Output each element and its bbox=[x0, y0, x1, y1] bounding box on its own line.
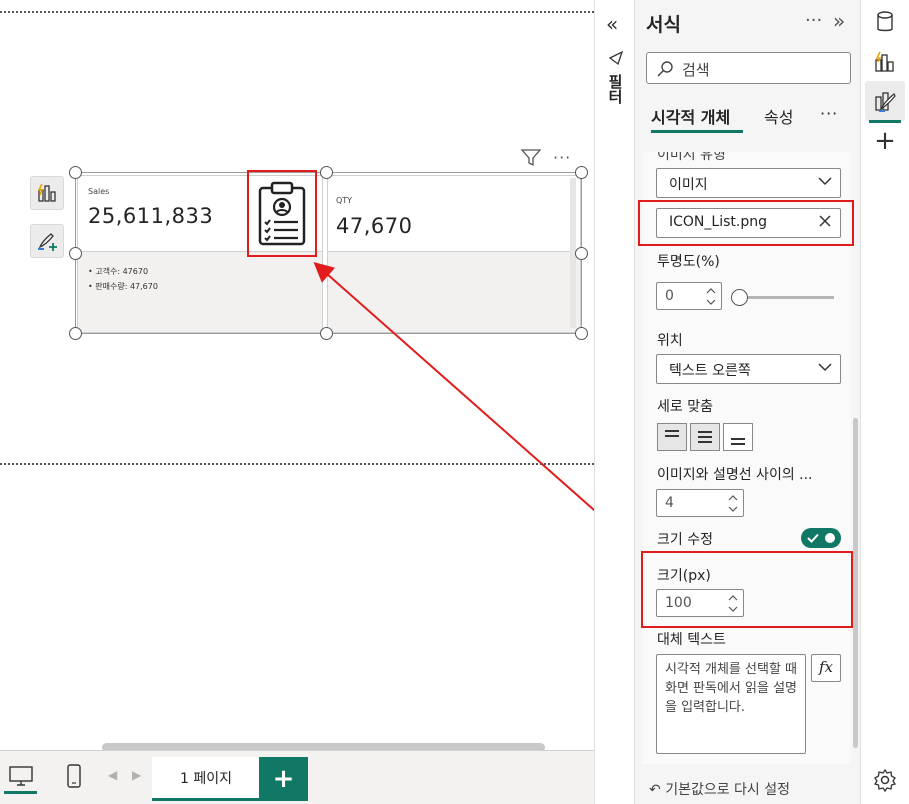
page-navigation-bar: ◀ ▶ 1 페이지 + bbox=[0, 750, 594, 804]
qty-card-value: 47,670 bbox=[336, 214, 413, 238]
filters-label[interactable]: 필터 bbox=[605, 74, 626, 104]
resize-handle-bm[interactable] bbox=[320, 327, 333, 340]
image-file-highlight-box bbox=[638, 200, 854, 246]
transparency-label: 투명도(%) bbox=[657, 254, 720, 270]
format-pane: 서식 ··· » 검색 시각적 개체 속성 ··· 이미지 유형 이미지 ICO… bbox=[634, 0, 860, 804]
pane-switcher-rail: + bbox=[860, 0, 909, 804]
format-pane-icon[interactable] bbox=[865, 81, 905, 121]
search-placeholder: 검색 bbox=[682, 61, 710, 79]
filter-funnel-icon bbox=[608, 50, 624, 70]
spacing-value: 4 bbox=[665, 495, 674, 511]
transparency-slider-track[interactable] bbox=[739, 296, 834, 299]
build-visual-icon[interactable] bbox=[30, 176, 64, 210]
resize-handle-tm[interactable] bbox=[320, 166, 333, 179]
report-canvas[interactable]: ··· Sales 25,611,833 • 고객수: 47670 • 판매수량… bbox=[0, 0, 594, 752]
size-highlight-box bbox=[641, 551, 853, 628]
alt-text-placeholder: 시각적 개체를 선택할 때 화면 판독에서 읽을 설명을 입력합니다. bbox=[665, 662, 797, 715]
format-visual-icon[interactable] bbox=[30, 224, 64, 258]
add-pane-icon[interactable]: + bbox=[865, 121, 905, 161]
expand-filters-icon[interactable]: « bbox=[606, 12, 618, 36]
position-label: 위치 bbox=[657, 333, 683, 349]
image-type-label: 이미지 유형 bbox=[657, 152, 726, 163]
position-dropdown[interactable]: 텍스트 오른쪽 bbox=[656, 354, 841, 384]
pane-more-options-icon[interactable]: ··· bbox=[805, 10, 822, 31]
desktop-layout-icon[interactable] bbox=[8, 765, 34, 791]
filters-pane-collapsed[interactable]: « 필터 bbox=[594, 0, 634, 804]
reset-to-default-link[interactable]: ↶ 기본값으로 다시 설정 bbox=[649, 779, 790, 799]
visual-more-options-icon[interactable]: ··· bbox=[553, 148, 571, 167]
data-pane-icon[interactable] bbox=[865, 2, 905, 42]
sales-card-value: 25,611,833 bbox=[88, 204, 214, 228]
next-page-icon[interactable]: ▶ bbox=[132, 768, 141, 782]
tabs-more-icon[interactable]: ··· bbox=[820, 104, 838, 123]
spacing-input[interactable]: 4 bbox=[656, 489, 744, 517]
active-tab-indicator bbox=[651, 130, 743, 133]
sales-card-label: Sales bbox=[88, 187, 110, 196]
qty-card-label: QTY bbox=[336, 196, 353, 205]
pane-scrollbar[interactable] bbox=[853, 418, 858, 748]
chevron-down-icon bbox=[818, 177, 832, 186]
resize-handle-ml[interactable] bbox=[69, 247, 82, 260]
align-bottom-button[interactable] bbox=[723, 423, 753, 451]
tab-visual[interactable]: 시각적 개체 bbox=[651, 104, 730, 128]
conditional-format-fx-button[interactable]: fx bbox=[811, 654, 841, 682]
sales-card-detail-1: • 고객수: 47670 bbox=[88, 267, 149, 276]
spin-up-icon[interactable] bbox=[705, 286, 717, 296]
desktop-layout-indicator bbox=[4, 791, 37, 794]
vertical-align-label: 세로 맞춤 bbox=[657, 399, 713, 415]
add-page-button[interactable]: + bbox=[259, 757, 308, 801]
align-top-button[interactable] bbox=[657, 423, 687, 451]
spin-down-icon[interactable] bbox=[705, 297, 717, 307]
tab-page-1[interactable]: 1 페이지 bbox=[152, 757, 260, 801]
resize-handle-mr[interactable] bbox=[575, 247, 588, 260]
reset-icon: ↶ bbox=[649, 782, 666, 798]
settings-gear-icon[interactable] bbox=[865, 760, 905, 800]
resize-handle-tr[interactable] bbox=[575, 166, 588, 179]
image-type-dropdown[interactable]: 이미지 bbox=[656, 168, 841, 198]
alt-text-label: 대체 텍스트 bbox=[657, 632, 726, 648]
check-icon bbox=[807, 533, 819, 543]
resize-handle-br[interactable] bbox=[575, 327, 588, 340]
resize-handle-tl[interactable] bbox=[69, 166, 82, 179]
spacing-label: 이미지와 설명선 사이의 ... bbox=[657, 467, 813, 483]
spin-down-icon[interactable] bbox=[727, 504, 739, 514]
build-visual-pane-icon[interactable] bbox=[865, 42, 905, 82]
transparency-slider-thumb[interactable] bbox=[731, 289, 748, 306]
reset-label: 기본값으로 다시 설정 bbox=[665, 782, 791, 798]
image-type-value: 이미지 bbox=[669, 177, 708, 193]
search-icon bbox=[657, 61, 673, 77]
alt-text-input[interactable]: 시각적 개체를 선택할 때 화면 판독에서 읽을 설명을 입력합니다. bbox=[656, 654, 806, 754]
icon-highlight-box bbox=[247, 170, 317, 257]
position-value: 텍스트 오른쪽 bbox=[669, 363, 751, 379]
format-pane-title: 서식 bbox=[646, 14, 681, 36]
align-middle-button[interactable] bbox=[690, 423, 720, 451]
filter-icon[interactable] bbox=[520, 148, 542, 172]
resize-toggle[interactable] bbox=[801, 528, 841, 548]
tab-general[interactable]: 속성 bbox=[764, 104, 793, 128]
canvas-bottom-guide bbox=[0, 463, 594, 465]
resize-label: 크기 수정 bbox=[657, 532, 713, 548]
transparency-input[interactable]: 0 bbox=[656, 282, 722, 310]
search-input[interactable]: 검색 bbox=[646, 52, 851, 84]
sales-card-detail-2: • 판매수량: 47,670 bbox=[88, 282, 158, 291]
collapse-pane-icon[interactable]: » bbox=[833, 9, 845, 33]
mobile-layout-icon[interactable] bbox=[66, 763, 82, 793]
toggle-knob bbox=[825, 533, 835, 543]
canvas-top-guide bbox=[0, 11, 594, 13]
prev-page-icon[interactable]: ◀ bbox=[108, 768, 117, 782]
qty-card[interactable]: QTY 47,670 bbox=[327, 175, 581, 333]
chevron-down-icon bbox=[818, 363, 832, 372]
transparency-value: 0 bbox=[665, 288, 674, 304]
resize-handle-bl[interactable] bbox=[69, 327, 82, 340]
spin-up-icon[interactable] bbox=[727, 493, 739, 503]
